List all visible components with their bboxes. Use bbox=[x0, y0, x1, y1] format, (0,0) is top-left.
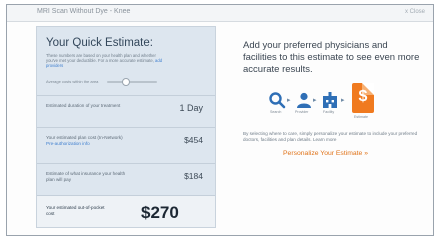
search-icon bbox=[269, 92, 286, 109]
slider-handle[interactable] bbox=[121, 78, 130, 86]
plan-cost-text: Your estimated plan cost (In-Network) bbox=[46, 135, 123, 140]
plan-cost-label: Your estimated plan cost (In-Network) Pr… bbox=[46, 135, 134, 147]
duration-row: Estimated duration of your treatment 1 D… bbox=[37, 95, 215, 127]
insurance-pays-value: $184 bbox=[184, 171, 203, 181]
provider-caption: Provider bbox=[295, 110, 309, 114]
personalize-estimate-link[interactable]: Personalize Your Estimate » bbox=[283, 150, 368, 157]
arrow-icon: ▸ bbox=[313, 97, 317, 104]
dollar-sign: $ bbox=[358, 88, 368, 105]
window-titlebar: MRI Scan Without Dye - Knee x Close bbox=[7, 5, 433, 22]
dollar-document-icon: $ bbox=[352, 83, 374, 113]
arrow-icon: ▸ bbox=[287, 97, 291, 104]
out-of-pocket-value: $270 bbox=[141, 203, 179, 222]
estimate-caption: Estimate bbox=[354, 115, 368, 119]
out-of-pocket-row: Your estimated out-of-pocket cost $270 bbox=[37, 195, 215, 227]
facility-icon bbox=[323, 92, 337, 108]
intro-text: These numbers are based on your health p… bbox=[46, 53, 166, 68]
plan-cost-row: Your estimated plan cost (In-Network) Pr… bbox=[37, 127, 215, 163]
window-title: MRI Scan Without Dye - Knee bbox=[37, 8, 131, 15]
estimate-steps-graphic: Search ▸ Provider ▸ Facility ▸ $ Estimat… bbox=[268, 83, 388, 123]
duration-label: Estimated duration of your treatment bbox=[46, 103, 121, 108]
out-of-pocket-label: Your estimated out-of-pocket cost bbox=[46, 205, 105, 216]
arrow-icon: ▸ bbox=[341, 97, 345, 104]
insurance-pays-row: Estimate of what insurance your health p… bbox=[37, 163, 215, 195]
intro-copy: These numbers are based on your health p… bbox=[46, 53, 156, 63]
pre-authorization-link[interactable]: Pre-authorization info bbox=[46, 141, 90, 146]
duration-value: 1 Day bbox=[179, 103, 203, 113]
panel-title: Your Quick Estimate: bbox=[46, 37, 153, 49]
personalize-explanation: By selecting where to care, simply perso… bbox=[243, 131, 418, 142]
insurance-pays-label: Estimate of what insurance your health p… bbox=[46, 171, 126, 182]
plan-cost-value: $454 bbox=[184, 135, 203, 145]
slider-label: Average costs within the area bbox=[46, 79, 99, 84]
quick-estimate-panel: Your Quick Estimate: These numbers are b… bbox=[36, 26, 216, 228]
facility-caption: Facility bbox=[323, 110, 335, 114]
doctor-icon bbox=[297, 92, 311, 108]
close-button[interactable]: x Close bbox=[405, 9, 425, 15]
search-caption: Search bbox=[270, 110, 282, 114]
add-physicians-heading: Add your preferred physicians and facili… bbox=[243, 40, 420, 75]
cost-slider[interactable] bbox=[107, 78, 157, 86]
